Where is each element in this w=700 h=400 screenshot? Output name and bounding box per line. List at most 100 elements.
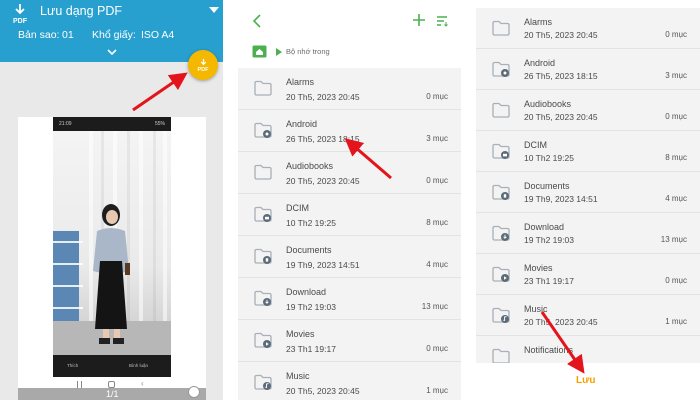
folder-date: 20 Th5, 2023 20:45 xyxy=(286,176,360,186)
folder-date: 23 Th1 19:17 xyxy=(286,344,336,354)
file-picker-toolbar: Bộ nhớ trong xyxy=(238,0,461,58)
printer-select-label[interactable]: Lưu dạng PDF xyxy=(40,4,122,18)
folder-row-android[interactable]: Android 26 Th5, 2023 18:15 3 mục xyxy=(476,49,700,90)
storage-home-icon[interactable] xyxy=(252,45,267,58)
folder-name: Android xyxy=(286,119,318,129)
download-pdf-button[interactable]: PDF xyxy=(188,50,218,80)
back-chevron-icon[interactable] xyxy=(251,13,263,29)
back-icon: ‹ xyxy=(141,379,144,388)
folder-date: 19 Th2 19:03 xyxy=(286,302,336,312)
save-footer: Lưu xyxy=(476,363,700,400)
new-folder-plus-icon[interactable] xyxy=(412,13,426,27)
folder-icon xyxy=(492,348,510,364)
folder-row-audiobooks[interactable]: Audiobooks 20 Th5, 2023 20:45 0 mục xyxy=(238,152,461,194)
folder-name: Audiobooks xyxy=(524,99,572,109)
save-location-panel: Alarms 20 Th5, 2023 20:45 0 mục Android 26 T… xyxy=(476,0,700,400)
download-arrow-icon xyxy=(200,58,206,65)
folder-name: Documents xyxy=(286,245,332,255)
page-indicator: 1/1 xyxy=(106,389,119,399)
folder-item-count: 8 mục xyxy=(426,218,448,227)
expand-chevron-icon[interactable] xyxy=(107,48,117,56)
folder-date: 20 Th5, 2023 20:45 xyxy=(524,112,598,122)
folder-name: Notifications xyxy=(524,345,574,355)
folder-play-icon xyxy=(254,332,272,348)
folder-date: 20 Th5, 2023 20:45 xyxy=(524,317,598,327)
folder-row-dcim[interactable]: DCIM 10 Th2 19:25 8 mục xyxy=(476,131,700,172)
fab-pdf-label: PDF xyxy=(197,66,209,73)
folder-row-music[interactable]: Music 20 Th5, 2023 20:45 1 mục xyxy=(476,295,700,336)
folder-row-documents[interactable]: Documents 19 Th9, 2023 14:51 4 mục xyxy=(238,236,461,278)
folder-list: Alarms 20 Th5, 2023 20:45 0 mục Android 26 T… xyxy=(238,68,461,400)
printer-dropdown-icon[interactable] xyxy=(209,7,219,13)
pdf-download-icon: PDF xyxy=(13,4,28,25)
pdf-page-preview: 21:09 55% Thích Bình luận ‹ xyxy=(18,117,206,392)
folder-item-count: 3 mục xyxy=(665,71,687,80)
folder-play-icon xyxy=(492,266,510,282)
folder-row-dcim[interactable]: DCIM 10 Th2 19:25 8 mục xyxy=(238,194,461,236)
folder-date: 26 Th5, 2023 18:15 xyxy=(286,134,360,144)
folder-name: Android xyxy=(524,58,556,68)
breadcrumb-internal-storage[interactable]: Bộ nhớ trong xyxy=(286,47,330,56)
folder-row-alarms[interactable]: Alarms 20 Th5, 2023 20:45 0 mục xyxy=(476,8,700,49)
folder-item-count: 0 mục xyxy=(426,344,448,353)
folder-list: Alarms 20 Th5, 2023 20:45 0 mục Android 26 T… xyxy=(476,8,700,377)
save-button[interactable]: Lưu xyxy=(576,375,595,386)
folder-row-audiobooks[interactable]: Audiobooks 20 Th5, 2023 20:45 0 mục xyxy=(476,90,700,131)
folder-download-icon xyxy=(492,225,510,241)
folder-row-download[interactable]: Download 19 Th2 19:03 13 mục xyxy=(476,213,700,254)
folder-name: Movies xyxy=(286,329,315,339)
paper-size-value[interactable]: ISO A4 xyxy=(141,29,174,41)
sort-icon[interactable] xyxy=(436,15,448,27)
folder-date: 26 Th5, 2023 18:15 xyxy=(524,71,598,81)
folder-date: 20 Th5, 2023 20:45 xyxy=(524,30,598,40)
screenshot-collage: PDF Lưu dạng PDF Bản sao: 01 Khổ giấy: I… xyxy=(0,0,700,400)
folder-item-count: 4 mục xyxy=(426,260,448,269)
folder-name: Movies xyxy=(524,263,553,273)
folder-row-alarms[interactable]: Alarms 20 Th5, 2023 20:45 0 mục xyxy=(238,68,461,110)
folder-item-count: 13 mục xyxy=(660,235,687,244)
folder-name: DCIM xyxy=(524,140,547,150)
copies-label: Bản sao: xyxy=(18,29,60,41)
copies-value[interactable]: 01 xyxy=(62,29,74,41)
folder-item-count: 8 mục xyxy=(665,153,687,162)
breadcrumb-separator-icon xyxy=(276,48,282,56)
folder-name: Music xyxy=(286,371,310,381)
folder-gear-icon xyxy=(492,61,510,77)
folder-music-icon xyxy=(254,374,272,390)
folder-row-movies[interactable]: Movies 23 Th1 19:17 0 mục xyxy=(238,320,461,362)
folder-date: 19 Th9, 2023 14:51 xyxy=(524,194,598,204)
folder-icon xyxy=(492,20,510,36)
preview-status-time: 21:09 xyxy=(59,121,72,127)
folder-name: Alarms xyxy=(524,17,553,27)
recent-apps-icon xyxy=(77,381,82,388)
folder-date: 20 Th5, 2023 20:45 xyxy=(286,386,360,396)
folder-row-movies[interactable]: Movies 23 Th1 19:17 0 mục xyxy=(476,254,700,295)
folder-date: 23 Th1 19:17 xyxy=(524,276,574,286)
preview-photo xyxy=(53,131,171,355)
folder-name: DCIM xyxy=(286,203,309,213)
phone-screenshot-preview: 21:09 55% Thích Bình luận ‹ xyxy=(53,117,171,392)
svg-text:PDF: PDF xyxy=(13,18,28,25)
page-selected-check-icon[interactable] xyxy=(188,386,200,398)
folder-row-music[interactable]: Music 20 Th5, 2023 20:45 1 mục xyxy=(238,362,461,400)
folder-icon xyxy=(254,80,272,96)
folder-date: 19 Th9, 2023 14:51 xyxy=(286,260,360,270)
folder-download-icon xyxy=(254,290,272,306)
folder-item-count: 0 mục xyxy=(665,276,687,285)
folder-gear-icon xyxy=(254,122,272,138)
folder-item-count: 0 mục xyxy=(665,112,687,121)
folder-name: Audiobooks xyxy=(286,161,334,171)
file-picker-panel: Bộ nhớ trong Alarms 20 Th5, 2023 20:45 0 m… xyxy=(238,0,461,400)
folder-name: Alarms xyxy=(286,77,315,87)
preview-status-battery: 55% xyxy=(154,121,165,127)
preview-like-label: Thích xyxy=(67,363,79,368)
folder-row-download[interactable]: Download 19 Th2 19:03 13 mục xyxy=(238,278,461,320)
folder-music-icon xyxy=(492,307,510,323)
print-preview-panel: PDF Lưu dạng PDF Bản sao: 01 Khổ giấy: I… xyxy=(0,0,223,400)
folder-item-count: 0 mục xyxy=(426,176,448,185)
folder-item-count: 13 mục xyxy=(421,302,448,311)
folder-row-documents[interactable]: Documents 19 Th9, 2023 14:51 4 mục xyxy=(476,172,700,213)
folder-date: 10 Th2 19:25 xyxy=(286,218,336,228)
folder-item-count: 3 mục xyxy=(426,134,448,143)
folder-row-android[interactable]: Android 26 Th5, 2023 18:15 3 mục xyxy=(238,110,461,152)
